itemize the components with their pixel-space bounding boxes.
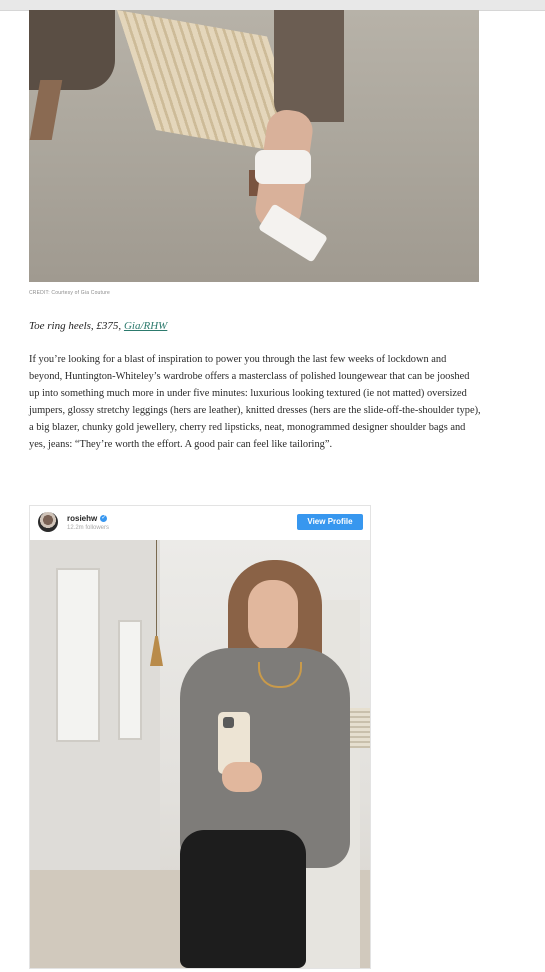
instagram-username[interactable]: rosiehw ✓ bbox=[67, 514, 108, 523]
caption-text: Toe ring heels, £375, bbox=[29, 320, 124, 332]
view-profile-button[interactable]: View Profile bbox=[297, 514, 363, 530]
username-text[interactable]: rosiehw bbox=[67, 514, 97, 523]
article-paragraph: If you’re looking for a blast of inspira… bbox=[29, 354, 481, 450]
image-credit: CREDIT: Courtesy of Gia Couture bbox=[29, 290, 110, 296]
caption-link[interactable]: Gia/RHW bbox=[124, 320, 167, 332]
verified-badge-icon: ✓ bbox=[100, 515, 108, 523]
shoe-photo bbox=[29, 10, 479, 282]
instagram-photo[interactable] bbox=[30, 540, 370, 968]
follower-count: 12.2m followers bbox=[67, 525, 110, 531]
image-caption: Toe ring heels, £375, Gia/RHW bbox=[29, 320, 167, 332]
avatar[interactable] bbox=[38, 512, 58, 532]
instagram-embed: rosiehw ✓ 12.2m followers View Profile bbox=[29, 505, 371, 969]
instagram-header: rosiehw ✓ 12.2m followers View Profile bbox=[30, 506, 370, 540]
